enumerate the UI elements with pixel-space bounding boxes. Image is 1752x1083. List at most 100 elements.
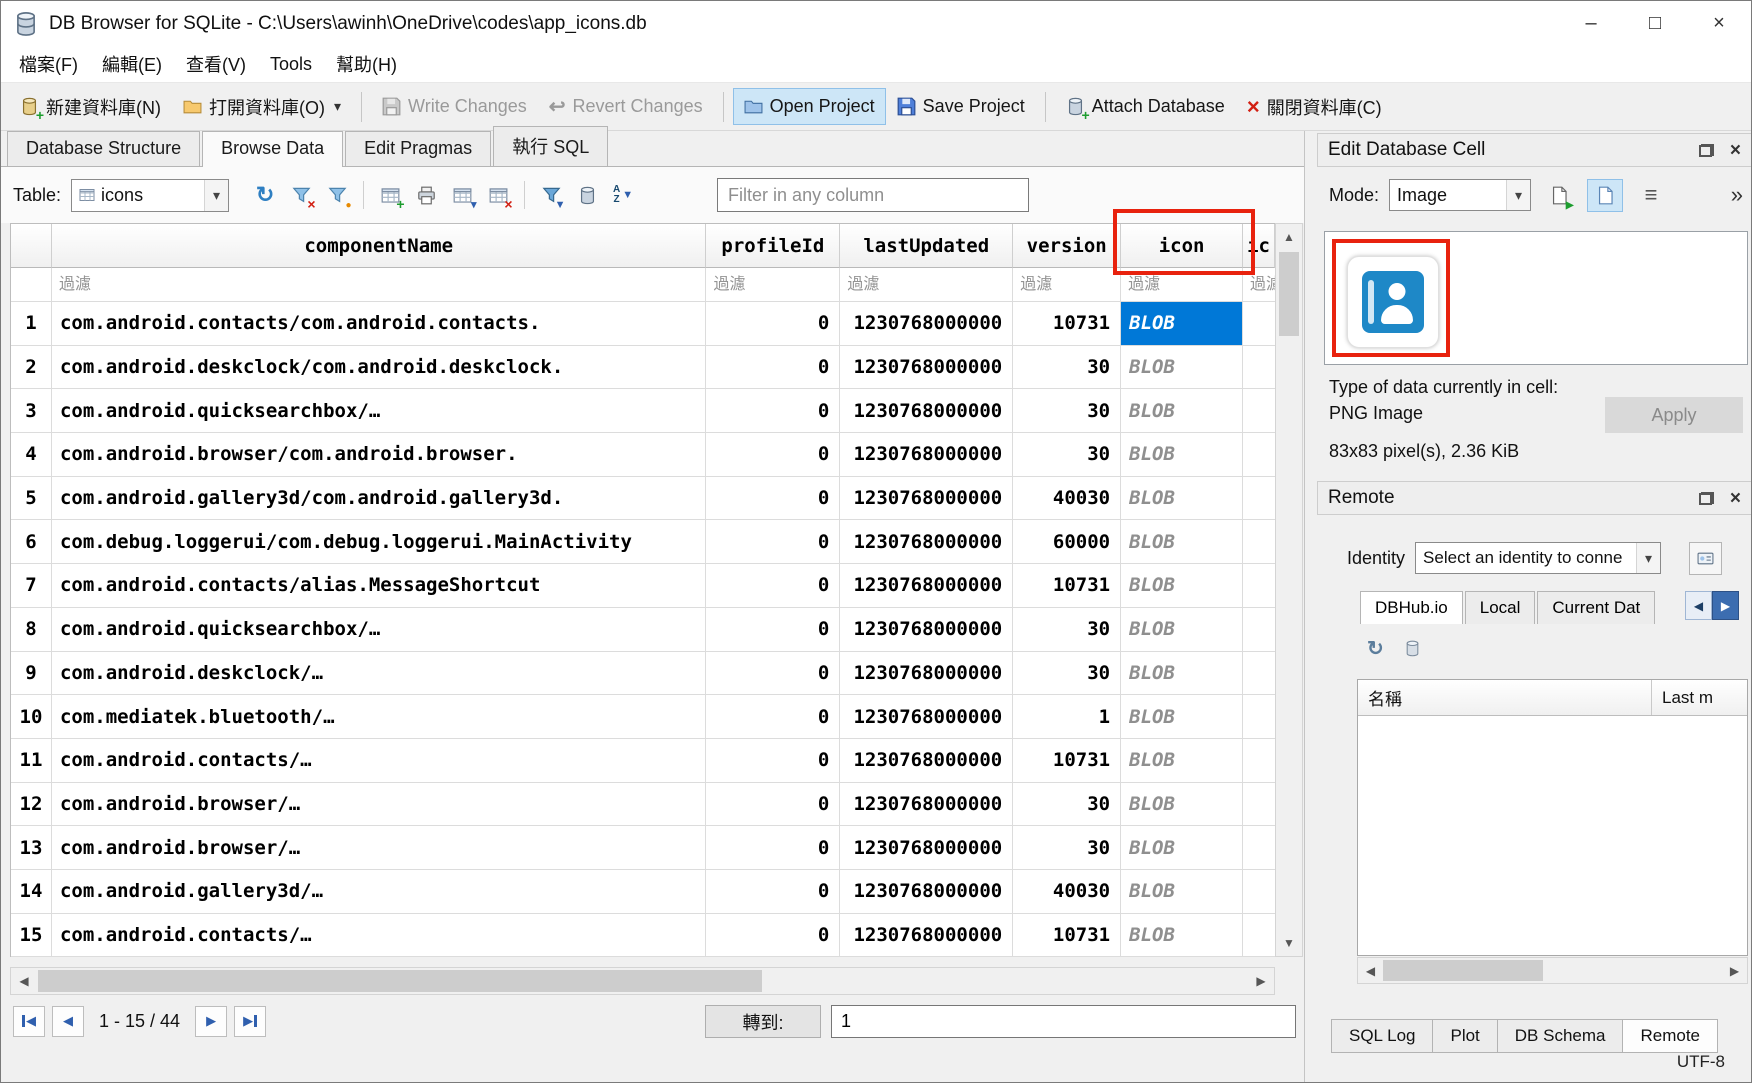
cell-overflow[interactable] xyxy=(1243,826,1275,870)
cell-version[interactable]: 10731 xyxy=(1013,302,1121,346)
row-number[interactable]: 12 xyxy=(11,783,52,827)
cell-profileid[interactable]: 0 xyxy=(706,652,840,696)
chevron-down-icon[interactable]: ▾ xyxy=(1506,180,1530,210)
previous-record-button[interactable]: ◀ xyxy=(52,1006,84,1037)
cell-lastupdated[interactable]: 1230768000000 xyxy=(840,389,1013,433)
cell-version[interactable]: 10731 xyxy=(1013,739,1121,783)
identity-select[interactable]: Select an identity to conne ▾ xyxy=(1415,542,1661,574)
cell-icon[interactable]: BLOB xyxy=(1121,695,1243,739)
row-number[interactable]: 5 xyxy=(11,477,52,521)
cell-overflow[interactable] xyxy=(1243,520,1275,564)
vertical-scrollbar[interactable]: ▲ ▼ xyxy=(1275,223,1303,957)
cell-componentname[interactable]: com.mediatek.bluetooth/… xyxy=(52,695,706,739)
row-number[interactable]: 6 xyxy=(11,520,52,564)
close-panel-icon[interactable]: × xyxy=(1730,141,1741,160)
cell-overflow[interactable] xyxy=(1243,652,1275,696)
cell-componentname[interactable]: com.android.contacts/com.android.contact… xyxy=(52,302,706,346)
cell-overflow[interactable] xyxy=(1243,389,1275,433)
export-database-button[interactable] xyxy=(569,178,605,212)
revert-changes-button[interactable]: ↩ Revert Changes xyxy=(538,88,714,125)
cell-profileid[interactable]: 0 xyxy=(706,783,840,827)
open-project-button[interactable]: Open Project xyxy=(733,88,886,125)
cell-componentname[interactable]: com.android.browser/… xyxy=(52,783,706,827)
cell-icon[interactable]: BLOB xyxy=(1121,783,1243,827)
filter-input-componentname[interactable] xyxy=(52,268,705,301)
cell-componentname[interactable]: com.android.quicksearchbox/… xyxy=(52,389,706,433)
text-mode-button[interactable] xyxy=(1587,179,1623,212)
scroll-left-icon[interactable]: ◀ xyxy=(11,968,37,994)
cell-version[interactable]: 30 xyxy=(1013,652,1121,696)
cell-profileid[interactable]: 0 xyxy=(706,346,840,390)
cell-version[interactable]: 30 xyxy=(1013,389,1121,433)
row-number[interactable]: 1 xyxy=(11,302,52,346)
cell-icon[interactable]: BLOB xyxy=(1121,608,1243,652)
cell-profileid[interactable]: 0 xyxy=(706,826,840,870)
cell-lastupdated[interactable]: 1230768000000 xyxy=(840,739,1013,783)
scroll-down-icon[interactable]: ▼ xyxy=(1276,930,1302,956)
cell-componentname[interactable]: com.android.quicksearchbox/… xyxy=(52,608,706,652)
row-number[interactable]: 9 xyxy=(11,652,52,696)
cell-version[interactable]: 10731 xyxy=(1013,564,1121,608)
cell-overflow[interactable] xyxy=(1243,914,1275,958)
new-record-button[interactable]: + xyxy=(372,178,408,212)
row-number[interactable]: 3 xyxy=(11,389,52,433)
new-database-button[interactable]: + 新建資料庫(N) xyxy=(9,86,172,128)
cell-componentname[interactable]: com.debug.loggerui/com.debug.loggerui.Ma… xyxy=(52,520,706,564)
chevron-down-icon[interactable]: ▾ xyxy=(1636,543,1660,573)
delete-record-button[interactable]: × xyxy=(480,178,516,212)
menu-help[interactable]: 幫助(H) xyxy=(324,46,409,82)
goto-button[interactable]: 轉到: xyxy=(705,1005,821,1038)
cell-componentname[interactable]: com.android.gallery3d/… xyxy=(52,870,706,914)
duplicate-record-button[interactable]: ▾ xyxy=(444,178,480,212)
row-number[interactable]: 4 xyxy=(11,433,52,477)
row-number[interactable]: 2 xyxy=(11,346,52,390)
apply-button[interactable]: Apply xyxy=(1605,397,1743,433)
scroll-right-icon[interactable]: ▶ xyxy=(1722,958,1747,983)
scroll-left-icon[interactable]: ◀ xyxy=(1358,958,1383,983)
cell-lastupdated[interactable]: 1230768000000 xyxy=(840,608,1013,652)
cell-lastupdated[interactable]: 1230768000000 xyxy=(840,433,1013,477)
import-data-button[interactable]: ▶ xyxy=(1541,179,1577,212)
filter-input-lastupdated[interactable] xyxy=(840,268,1012,301)
column-header-lastupdated[interactable]: lastUpdated xyxy=(840,224,1013,268)
cell-overflow[interactable] xyxy=(1243,564,1275,608)
minimize-button[interactable]: – xyxy=(1559,1,1623,46)
remote-tab-current[interactable]: Current Dat xyxy=(1537,591,1655,624)
float-panel-icon[interactable] xyxy=(1699,492,1714,505)
cell-lastupdated[interactable]: 1230768000000 xyxy=(840,346,1013,390)
filter-options-button[interactable]: ● xyxy=(319,178,355,212)
column-header-partial[interactable]: ic xyxy=(1243,224,1275,268)
sort-az-button[interactable]: AZ ▼ xyxy=(605,178,641,212)
column-header-icon[interactable]: icon xyxy=(1121,224,1243,268)
row-number[interactable]: 15 xyxy=(11,914,52,958)
sort-filter-button[interactable]: ▼ xyxy=(533,178,569,212)
remote-scrollbar-thumb[interactable] xyxy=(1383,960,1543,981)
cell-version[interactable]: 30 xyxy=(1013,783,1121,827)
refresh-remote-button[interactable]: ↻ xyxy=(1367,636,1384,661)
cell-icon[interactable]: BLOB xyxy=(1121,826,1243,870)
row-number[interactable]: 10 xyxy=(11,695,52,739)
cell-componentname[interactable]: com.android.deskclock/com.android.deskcl… xyxy=(52,346,706,390)
filter-any-column-input[interactable] xyxy=(717,178,1029,212)
save-project-button[interactable]: Save Project xyxy=(886,88,1036,125)
cell-profileid[interactable]: 0 xyxy=(706,914,840,958)
cell-icon[interactable]: BLOB xyxy=(1121,870,1243,914)
tab-execute-sql[interactable]: 執行 SQL xyxy=(493,126,608,166)
row-number[interactable]: 7 xyxy=(11,564,52,608)
tab-database-structure[interactable]: Database Structure xyxy=(7,131,200,166)
row-number[interactable]: 8 xyxy=(11,608,52,652)
cell-icon[interactable]: BLOB xyxy=(1121,564,1243,608)
cell-profileid[interactable]: 0 xyxy=(706,870,840,914)
cell-overflow[interactable] xyxy=(1243,870,1275,914)
cell-componentname[interactable]: com.android.browser/… xyxy=(52,826,706,870)
remote-column-lastmodified[interactable]: Last m xyxy=(1651,680,1747,715)
table-select[interactable]: icons ▾ xyxy=(71,179,229,212)
cell-icon[interactable]: BLOB xyxy=(1121,433,1243,477)
cell-overflow[interactable] xyxy=(1243,346,1275,390)
tab-scroll-right-icon[interactable]: ▶ xyxy=(1712,591,1739,620)
word-wrap-button[interactable]: ≡ xyxy=(1633,179,1669,212)
cell-overflow[interactable] xyxy=(1243,477,1275,521)
cell-lastupdated[interactable]: 1230768000000 xyxy=(840,477,1013,521)
cell-lastupdated[interactable]: 1230768000000 xyxy=(840,520,1013,564)
cell-icon[interactable]: BLOB xyxy=(1121,739,1243,783)
